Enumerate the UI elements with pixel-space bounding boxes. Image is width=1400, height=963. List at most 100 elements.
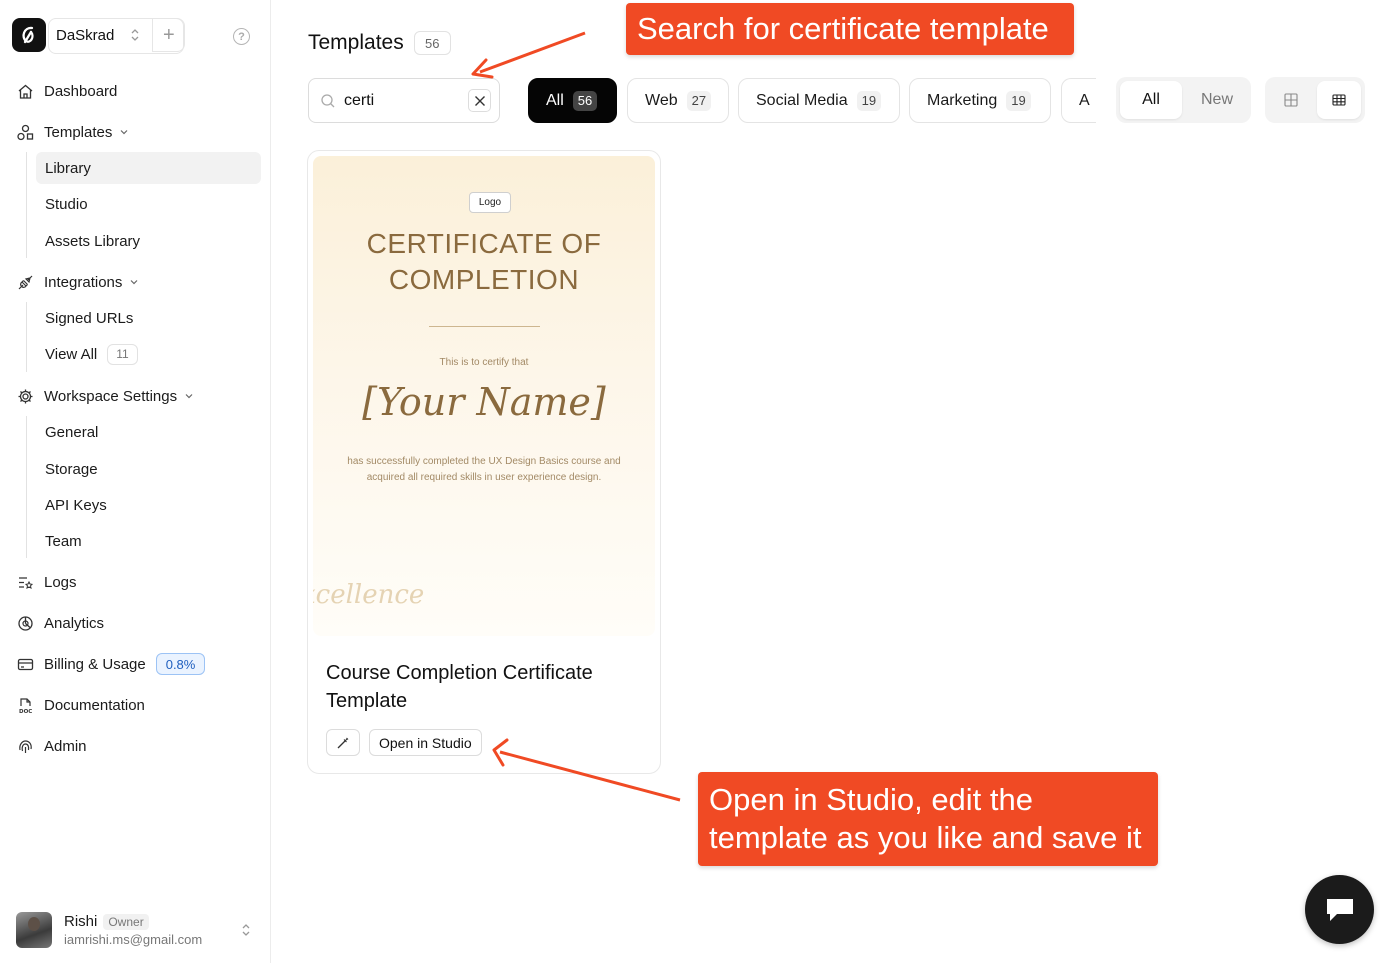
chat-button[interactable]	[1305, 875, 1374, 944]
sidebar-item-library[interactable]: Library	[36, 152, 261, 184]
sidebar-item-studio[interactable]: Studio	[36, 188, 261, 220]
template-title: Course Completion Certificate Template	[326, 662, 593, 712]
certificate-logo-placeholder: Logo	[469, 192, 511, 213]
sidebar-item-general[interactable]: General	[36, 416, 261, 448]
open-in-studio-button[interactable]: Open in Studio	[369, 729, 482, 756]
certificate-description-line1: has successfully completed the UX Design…	[347, 456, 621, 467]
table-view-button[interactable]	[1317, 81, 1361, 119]
help-icon[interactable]: ?	[233, 28, 250, 45]
filter-chip-count: 19	[856, 90, 882, 111]
analytics-icon	[16, 614, 34, 632]
sidebar-item-label: View All	[45, 345, 98, 363]
sidebar-item-assets-library[interactable]: Assets Library	[36, 225, 261, 257]
certificate-title-line1: CERTIFICATE OF	[366, 228, 602, 259]
sidebar-item-view-all[interactable]: View All 11	[36, 338, 261, 370]
workspace-switcher[interactable]: DaSkrad +	[12, 18, 186, 52]
sidebar: DaSkrad + ? Dashboard Templates Library …	[0, 0, 271, 963]
role-badge: Owner	[103, 913, 149, 930]
annotation-open-callout: Open in Studio, edit the template as you…	[698, 772, 1158, 866]
template-preview[interactable]: Logo CERTIFICATE OF COMPLETION This is t…	[313, 156, 655, 636]
sidebar-item-billing[interactable]: Billing & Usage 0.8%	[16, 650, 206, 678]
gear-icon	[16, 387, 34, 405]
filter-chip-label: Social Media	[756, 91, 848, 109]
filter-chip-count: 56	[572, 90, 598, 111]
filter-chip-marketing[interactable]: Marketing 19	[909, 78, 1051, 123]
chevron-down-icon	[130, 280, 138, 285]
magic-wand-button[interactable]	[326, 729, 360, 756]
sidebar-item-team[interactable]: Team	[36, 525, 261, 557]
logs-icon	[16, 573, 34, 591]
certificate-title-line2: COMPLETION	[388, 264, 580, 295]
sidebar-item-label: Documentation	[44, 696, 145, 714]
filter-chip-label: Marketing	[927, 91, 998, 109]
sidebar-item-label: Dashboard	[44, 82, 118, 100]
avatar	[16, 912, 52, 948]
page-title: Templates 56	[308, 31, 451, 55]
fingerprint-icon	[16, 737, 34, 755]
filter-chip-label: Web	[645, 91, 678, 109]
sidebar-item-label: Analytics	[44, 614, 105, 632]
chevron-updown-icon	[131, 29, 139, 41]
user-menu[interactable]: Rishi Owner iamrishi.ms@gmail.com	[16, 910, 256, 950]
sidebar-item-workspace-settings[interactable]: Workspace Settings	[16, 382, 194, 410]
grid-view-button[interactable]	[1269, 81, 1313, 119]
wand-icon	[337, 737, 349, 748]
template-card[interactable]: Logo CERTIFICATE OF COMPLETION This is t…	[307, 150, 661, 774]
sidebar-item-admin[interactable]: Admin	[16, 732, 87, 760]
templates-count-badge: 56	[413, 31, 451, 55]
clear-search-button[interactable]	[468, 89, 491, 112]
search-box[interactable]	[308, 78, 500, 123]
annotation-search-callout: Search for certificate template	[626, 3, 1074, 55]
search-input[interactable]	[344, 91, 462, 110]
sidebar-item-label: Billing & Usage	[44, 655, 146, 673]
grid-view-icon	[1284, 93, 1298, 107]
sidebar-item-signed-urls[interactable]: Signed URLs	[36, 302, 261, 334]
filter-chip-all[interactable]: All 56	[528, 78, 617, 123]
certificate-description: has successfully completed the UX Design…	[335, 454, 633, 486]
usage-badge: 0.8%	[155, 653, 206, 675]
filter-chip-count: 19	[1006, 90, 1031, 111]
sidebar-item-label: Logs	[44, 573, 77, 591]
filter-chip-web[interactable]: Web 27	[627, 78, 729, 123]
sidebar-item-logs[interactable]: Logs	[16, 568, 77, 596]
sidebar-item-storage[interactable]: Storage	[36, 453, 261, 485]
workspace-name: DaSkrad	[56, 26, 115, 44]
chevron-down-icon	[120, 130, 128, 135]
sidebar-item-integrations[interactable]: Integrations	[16, 268, 139, 296]
sidebar-item-documentation[interactable]: DOC Documentation	[16, 691, 145, 719]
filter-chip-count: 27	[686, 90, 712, 111]
home-icon	[16, 82, 34, 100]
sidebar-item-label: Integrations	[44, 273, 123, 291]
sidebar-item-api-keys[interactable]: API Keys	[36, 489, 261, 521]
sidebar-item-label: Admin	[44, 737, 87, 755]
app-logo-icon	[12, 18, 46, 52]
filter-chip-truncated[interactable]: A	[1061, 78, 1096, 123]
user-name: Rishi	[64, 913, 98, 930]
chevron-down-icon	[185, 394, 193, 399]
sidebar-item-label: Templates	[44, 123, 113, 141]
sidebar-item-analytics[interactable]: Analytics	[16, 609, 104, 637]
filter-chip-social-media[interactable]: Social Media 19	[738, 78, 900, 123]
page-title-text: Templates	[308, 31, 404, 54]
status-toggle: All New	[1116, 77, 1251, 123]
plug-icon	[16, 273, 34, 291]
sub-nav-line	[26, 152, 27, 258]
status-new-button[interactable]: New	[1186, 81, 1248, 119]
status-all-button[interactable]: All	[1120, 81, 1182, 119]
recipient-name: [Your Name]	[362, 380, 606, 424]
doc-icon: DOC	[16, 696, 34, 714]
certificate-title: CERTIFICATE OF COMPLETION	[313, 226, 655, 298]
add-workspace-button[interactable]: +	[153, 18, 186, 52]
certificate-description-line2: acquired all required skills in user exp…	[366, 472, 602, 483]
sub-nav-line	[26, 302, 27, 372]
user-email: iamrishi.ms@gmail.com	[64, 932, 203, 947]
certificate-watermark: xcellence	[313, 580, 425, 610]
sidebar-item-label: Workspace Settings	[44, 387, 178, 405]
view-all-count-badge: 11	[107, 343, 138, 365]
sidebar-item-dashboard[interactable]: Dashboard	[16, 77, 117, 105]
certify-text: This is to certify that	[439, 357, 529, 368]
close-icon	[474, 95, 485, 106]
sidebar-item-templates[interactable]: Templates	[16, 118, 129, 146]
svg-text:DOC: DOC	[19, 709, 32, 714]
billing-icon	[16, 655, 34, 673]
